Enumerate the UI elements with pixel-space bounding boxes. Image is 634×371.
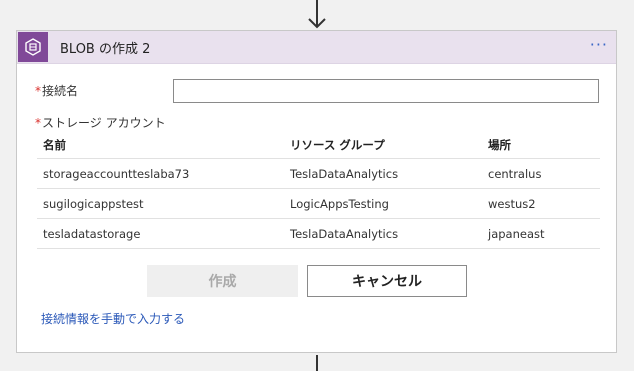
- storage-account-label: *ストレージ アカウント: [35, 114, 166, 131]
- cell-location: westus2: [488, 196, 536, 211]
- cell-name: storageaccountteslaba73: [43, 166, 190, 181]
- column-header-resource-group: リソース グループ: [290, 137, 385, 152]
- manual-connection-link[interactable]: 接続情報を手動で入力する: [41, 310, 185, 327]
- table-row[interactable]: sugilogicappstest LogicAppsTesting westu…: [37, 189, 600, 219]
- connection-name-input[interactable]: [173, 79, 599, 103]
- required-mark: *: [35, 116, 41, 130]
- table-header-row: 名前 リソース グループ 場所: [37, 131, 600, 159]
- storage-account-table: 名前 リソース グループ 場所 storageaccountteslaba73 …: [37, 131, 600, 249]
- cell-location: japaneast: [488, 226, 545, 241]
- column-header-location: 場所: [488, 137, 511, 152]
- card-title: BLOB の作成 2: [60, 41, 151, 57]
- connection-name-label: *接続名: [35, 82, 78, 99]
- column-header-name: 名前: [43, 137, 66, 152]
- cell-resource-group: TeslaDataAnalytics: [290, 166, 399, 181]
- connector-line: [316, 355, 318, 371]
- create-button[interactable]: 作成: [147, 265, 298, 297]
- cancel-button[interactable]: キャンセル: [307, 265, 467, 297]
- cell-name: sugilogicappstest: [43, 196, 144, 211]
- cell-resource-group: TeslaDataAnalytics: [290, 226, 399, 241]
- connection-name-label-text: 接続名: [42, 84, 79, 98]
- cell-resource-group: LogicAppsTesting: [290, 196, 389, 211]
- required-mark: *: [35, 84, 41, 98]
- storage-account-label-text: ストレージ アカウント: [42, 116, 166, 130]
- more-options-icon[interactable]: ···: [590, 37, 608, 53]
- cell-location: centralus: [488, 166, 542, 181]
- storage-blob-icon: [18, 32, 48, 62]
- card-header: BLOB の作成 2 ···: [17, 31, 616, 64]
- table-row[interactable]: storageaccountteslaba73 TeslaDataAnalyti…: [37, 159, 600, 189]
- cell-name: tesladatastorage: [43, 226, 141, 241]
- create-connection-card: BLOB の作成 2 ··· *接続名 *ストレージ アカウント 名前 リソース…: [16, 30, 617, 353]
- arrow-down-icon: [308, 0, 326, 29]
- table-row[interactable]: tesladatastorage TeslaDataAnalytics japa…: [37, 219, 600, 249]
